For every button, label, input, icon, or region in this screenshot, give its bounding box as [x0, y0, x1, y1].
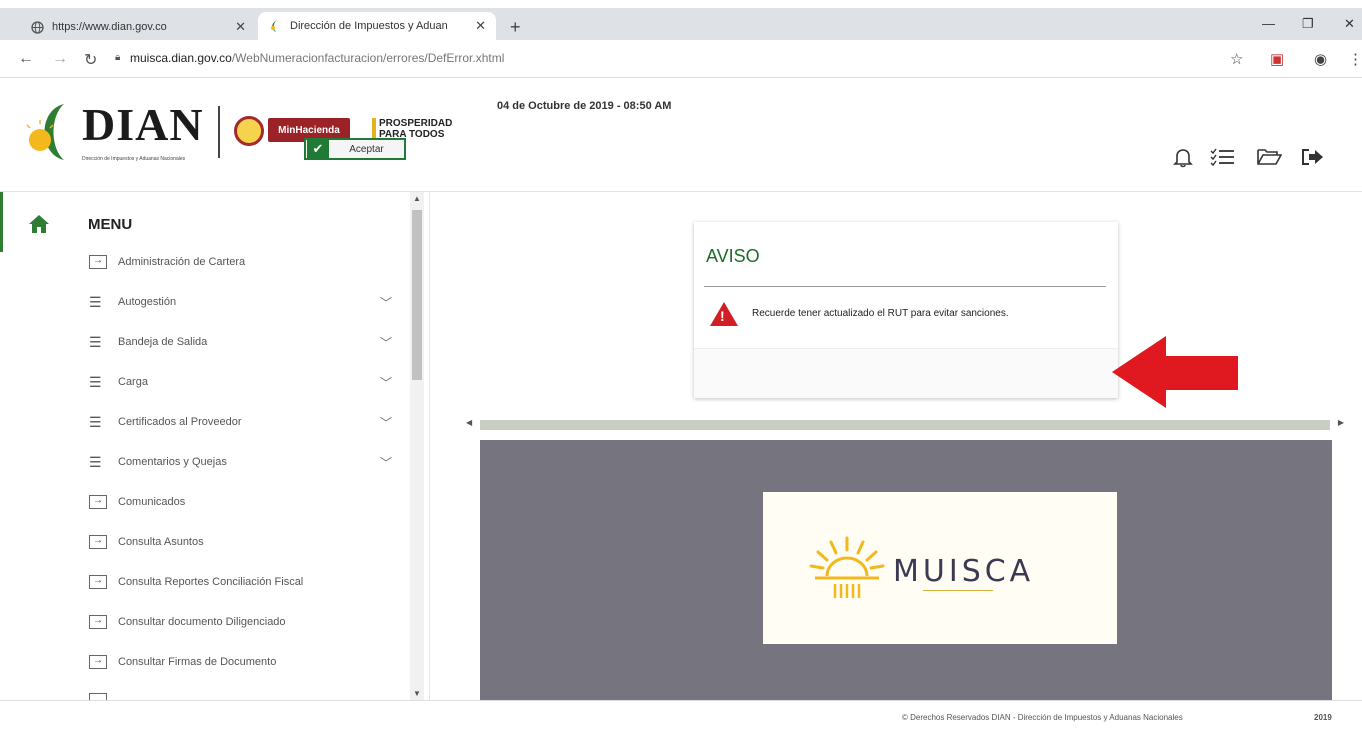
- chevron-down-icon[interactable]: ﹀: [380, 414, 392, 431]
- bell-icon[interactable]: [1172, 146, 1194, 174]
- dian-logo-subtitle: Dirección de Impuestos y Aduanas Naciona…: [82, 156, 186, 162]
- close-window-icon[interactable]: ✕: [1344, 16, 1355, 32]
- minimize-icon[interactable]: —: [1262, 16, 1275, 31]
- hamburger-icon: ☰: [89, 374, 102, 390]
- dialog-title: AVISO: [706, 246, 760, 266]
- muisca-wordmark: MUISCA: [893, 554, 1035, 589]
- menu-title: MENU: [88, 216, 133, 233]
- box-arrow-icon: →: [88, 575, 108, 589]
- browser-menu-icon[interactable]: ⋮: [1348, 50, 1362, 68]
- box-arrow-icon: [88, 693, 108, 700]
- aviso-dialog: AVISO ! Recuerde tener actualizado el RU…: [694, 222, 1118, 398]
- dian-logo-icon: [26, 104, 64, 160]
- red-arrow-annotation-icon: [1112, 336, 1238, 408]
- box-arrow-icon: →: [88, 255, 108, 269]
- sidebar-item-autogestion[interactable]: ☰ Autogestión ﹀: [88, 290, 398, 314]
- scrollbar-thumb[interactable]: [412, 210, 422, 380]
- accept-button[interactable]: ✔ Aceptar: [304, 138, 406, 160]
- header-datetime: 04 de Octubre de 2019 - 08:50 AM: [497, 100, 672, 112]
- scroll-up-icon[interactable]: ▲: [413, 194, 421, 203]
- sidebar-accent: [0, 192, 12, 252]
- logo-divider: [218, 106, 220, 158]
- sidebar-item-bandeja-salida[interactable]: ☰ Bandeja de Salida ﹀: [88, 330, 398, 354]
- colombia-seal-icon: [234, 116, 264, 146]
- profile-icon[interactable]: ◉: [1314, 50, 1327, 68]
- dialog-footer: [694, 348, 1118, 398]
- dian-favicon-icon: [268, 19, 282, 33]
- sidebar-item-comunicados[interactable]: → Comunicados: [88, 490, 398, 514]
- folder-open-icon[interactable]: [1256, 146, 1283, 174]
- sidebar-item-carga[interactable]: ☰ Carga ﹀: [88, 370, 398, 394]
- sidebar-item-consultar-firmas-documento[interactable]: → Consultar Firmas de Documento: [88, 650, 398, 674]
- new-tab-icon[interactable]: +: [510, 17, 521, 38]
- dialog-message: Recuerde tener actualizado el RUT para e…: [752, 308, 1009, 319]
- address-bar: ← → ↻ 🔒︎ muisca.dian.gov.co/WebNumeracio…: [0, 40, 1362, 78]
- tab-title: Dirección de Impuestos y Aduan: [290, 20, 448, 32]
- box-arrow-icon: →: [88, 535, 108, 549]
- chevron-down-icon[interactable]: ﹀: [380, 294, 392, 311]
- muisca-underline: [923, 590, 993, 591]
- sidebar-menu: MENU → Administración de Cartera ☰ Autog…: [0, 192, 430, 700]
- footer-copyright: © Derechos Reservados DIAN - Dirección d…: [902, 713, 1183, 722]
- warning-exclamation: !: [720, 308, 725, 324]
- site-header: DIAN Dirección de Impuestos y Aduanas Na…: [0, 78, 1362, 192]
- task-list-icon[interactable]: [1210, 146, 1236, 174]
- browser-tab-strip: https://www.dian.gov.co ✕ Dirección de I…: [0, 0, 1362, 40]
- scroll-left-icon[interactable]: ◀: [466, 418, 472, 427]
- muisca-sun-icon: [809, 536, 885, 598]
- prosperidad-logo: PROSPERIDAD PARA TODOS: [372, 118, 452, 140]
- box-arrow-icon: →: [88, 615, 108, 629]
- page-footer: © Derechos Reservados DIAN - Dirección d…: [0, 700, 1362, 732]
- dian-logo-text: DIAN: [82, 99, 204, 150]
- reload-icon[interactable]: ↻: [84, 50, 97, 70]
- hamburger-icon: ☰: [89, 414, 102, 430]
- chevron-down-icon[interactable]: ﹀: [380, 334, 392, 351]
- horizontal-scrollbar[interactable]: ◀ ▶: [466, 418, 1346, 432]
- accept-button-label: Aceptar: [349, 143, 384, 155]
- sidebar-item-consulta-reportes-conciliacion[interactable]: → Consulta Reportes Conciliación Fiscal: [88, 570, 398, 594]
- sidebar-item-certificados-proveedor[interactable]: ☰ Certificados al Proveedor ﹀: [88, 410, 398, 434]
- sidebar-item-consultar-documento-diligenciado[interactable]: → Consultar documento Diligenciado: [88, 610, 398, 634]
- close-tab-icon[interactable]: ✕: [235, 19, 246, 35]
- restore-icon[interactable]: ❐: [1302, 16, 1314, 32]
- chevron-down-icon[interactable]: ﹀: [380, 454, 392, 471]
- box-arrow-icon: →: [88, 495, 108, 509]
- sidebar-item-administracion-cartera[interactable]: → Administración de Cartera: [88, 250, 398, 274]
- browser-tab-dian-gov[interactable]: https://www.dian.gov.co ✕: [20, 14, 256, 40]
- sidebar-scrollbar[interactable]: ▲ ▼: [410, 192, 424, 700]
- bookmark-star-icon[interactable]: ☆: [1230, 50, 1243, 68]
- forward-icon[interactable]: →: [52, 50, 68, 68]
- sidebar-item-partial[interactable]: [88, 688, 398, 700]
- extension-icon[interactable]: ▣: [1270, 50, 1284, 68]
- dialog-separator: [704, 286, 1106, 287]
- scroll-down-icon[interactable]: ▼: [413, 689, 421, 698]
- box-arrow-icon: →: [88, 655, 108, 669]
- home-icon[interactable]: [28, 214, 50, 240]
- url-field[interactable]: muisca.dian.gov.co/WebNumeracionfacturac…: [130, 51, 504, 65]
- chevron-down-icon[interactable]: ﹀: [380, 374, 392, 391]
- logout-icon[interactable]: [1300, 146, 1326, 174]
- browser-tab-dian-active[interactable]: Dirección de Impuestos y Aduan ✕: [258, 12, 496, 40]
- hamburger-icon: ☰: [89, 454, 102, 470]
- scrollbar-track[interactable]: [480, 420, 1330, 430]
- tab-title: https://www.dian.gov.co: [52, 21, 167, 33]
- sidebar-item-comentarios-quejas[interactable]: ☰ Comentarios y Quejas ﹀: [88, 450, 398, 474]
- checkmark-icon: ✔: [307, 140, 329, 158]
- sidebar-item-consulta-asuntos[interactable]: → Consulta Asuntos: [88, 530, 398, 554]
- hamburger-icon: ☰: [89, 334, 102, 350]
- close-tab-icon[interactable]: ✕: [475, 18, 486, 34]
- back-icon[interactable]: ←: [18, 50, 34, 68]
- hamburger-icon: ☰: [89, 294, 102, 310]
- lock-icon: 🔒︎: [115, 52, 121, 63]
- muisca-logo-card: MUISCA: [763, 492, 1117, 644]
- scroll-right-icon[interactable]: ▶: [1338, 418, 1344, 427]
- globe-icon: [30, 20, 44, 34]
- footer-year: 2019: [1314, 713, 1332, 722]
